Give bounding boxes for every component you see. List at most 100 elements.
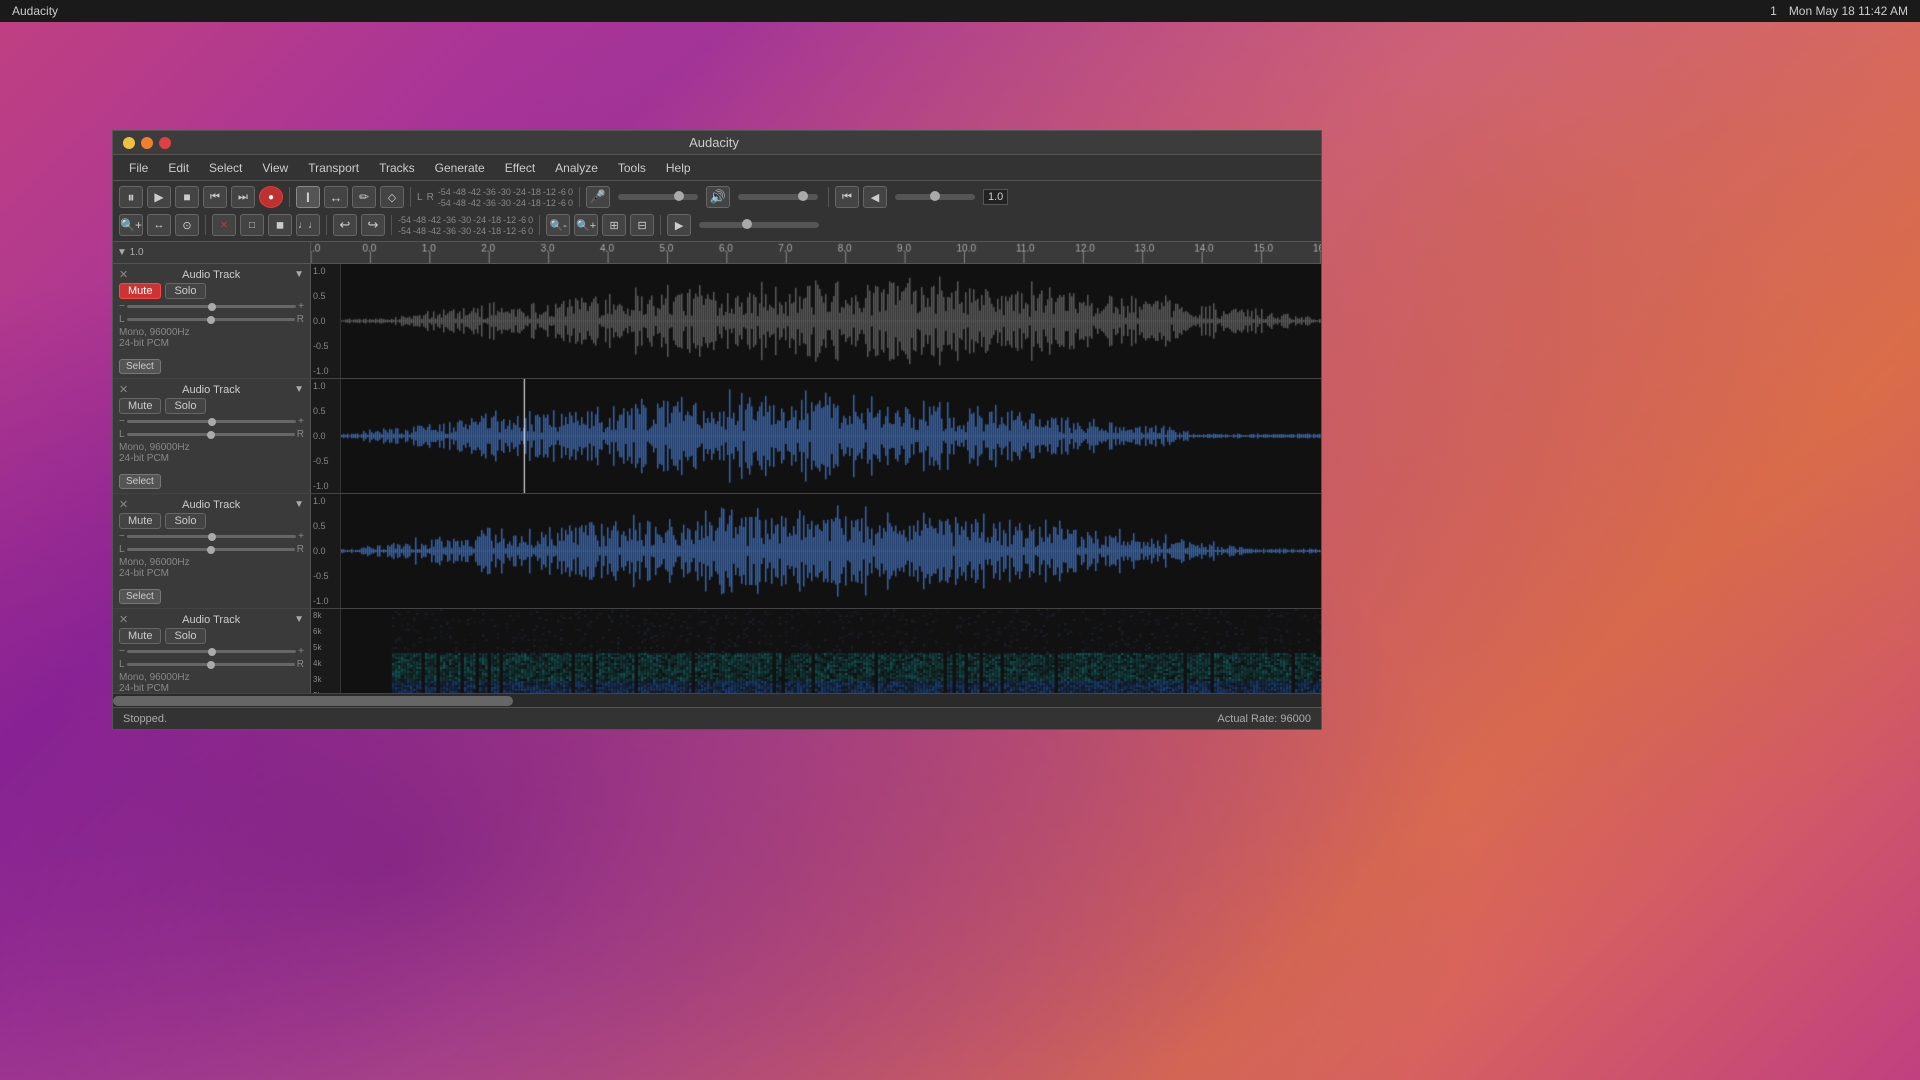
zoom-out-button[interactable]: 🔍-	[546, 214, 570, 236]
output-gain-slider[interactable]	[738, 194, 818, 200]
track-3-solo-button[interactable]: Solo	[165, 513, 205, 529]
track-1-select-button[interactable]: Select	[119, 359, 161, 374]
input-gain-slider[interactable]	[618, 194, 698, 200]
menu-select[interactable]: Select	[201, 159, 250, 177]
window-controls	[123, 137, 171, 149]
track-3-pan-slider[interactable]	[127, 548, 295, 551]
menu-analyze[interactable]: Analyze	[547, 159, 606, 177]
track-3-dropdown[interactable]: ▼	[294, 499, 304, 510]
skip-start-button[interactable]: ⏮	[835, 186, 859, 208]
menu-file[interactable]: File	[121, 159, 156, 177]
track-1-pan: L R	[119, 314, 304, 325]
track-1-solo-button[interactable]: Solo	[165, 283, 205, 299]
menu-effect[interactable]: Effect	[497, 159, 543, 177]
menu-tracks[interactable]: Tracks	[371, 159, 423, 177]
track-4-pan: L R	[119, 659, 304, 670]
track-1-name: Audio Track	[182, 269, 240, 281]
track-4-mute-button[interactable]: Mute	[119, 628, 161, 644]
track-2-select-button[interactable]: Select	[119, 474, 161, 489]
track-3-mute-solo: Mute Solo	[119, 513, 304, 529]
track-4-close[interactable]: ✕	[119, 613, 128, 626]
track-3-waveform: 1.0 0.5 0.0 -0.5 -1.0	[311, 494, 1321, 608]
ruler-left: ▼ 1.0	[113, 242, 311, 263]
track-2-mute-button[interactable]: Mute	[119, 398, 161, 414]
envelope-tool[interactable]: ◇	[380, 186, 404, 208]
track-3-name: Audio Track	[182, 499, 240, 511]
play-region-button[interactable]: ▶	[667, 214, 691, 236]
snap-beat-button[interactable]: ◼	[268, 214, 292, 236]
metronome-button[interactable]: ♩♩	[296, 214, 320, 236]
pause-button[interactable]: ⏸	[119, 186, 143, 208]
speaker-icon: 🔊	[706, 186, 730, 208]
close-button[interactable]	[159, 137, 171, 149]
zoom-normal-button[interactable]: ⊙	[175, 214, 199, 236]
skip-back-button[interactable]: ⏮	[203, 186, 227, 208]
track-3-close[interactable]: ✕	[119, 498, 128, 511]
track-1-controls: ✕ Audio Track ▼ Mute Solo − +	[113, 264, 311, 378]
toolbar-row-2: 🔍+ ↔ ⊙ ✕ □ ◼ ♩♩ ↩ ↪ -54-48-42-36-30-24-1…	[119, 212, 1315, 238]
separator-2	[410, 187, 411, 207]
track-2-mute-solo: Mute Solo	[119, 398, 304, 414]
playback-left-button[interactable]: ◀	[863, 186, 887, 208]
track-1-gain-slider[interactable]	[127, 305, 296, 308]
stop-button[interactable]: ■	[175, 186, 199, 208]
track-2-pan-slider[interactable]	[127, 433, 295, 436]
menu-generate[interactable]: Generate	[427, 159, 493, 177]
track-1-pan-slider[interactable]	[127, 318, 295, 321]
separator-9	[660, 215, 661, 235]
track-4-dropdown[interactable]: ▼	[294, 614, 304, 625]
minimize-button[interactable]	[123, 137, 135, 149]
track-2-gain-slider[interactable]	[127, 420, 296, 423]
horizontal-scrollbar[interactable]	[113, 693, 1321, 707]
track-3-mute-button[interactable]: Mute	[119, 513, 161, 529]
track-4-solo-button[interactable]: Solo	[165, 628, 205, 644]
vu-meter-record: -54-48-42-36-30-24-18-12-60 -54-48-42-36…	[438, 187, 573, 208]
undo-button[interactable]: ↩	[333, 214, 357, 236]
skip-forward-button[interactable]: ⏭	[231, 186, 255, 208]
menu-transport[interactable]: Transport	[300, 159, 367, 177]
ibeam-tool[interactable]: I	[296, 186, 320, 208]
redo-button[interactable]: ↪	[361, 214, 385, 236]
track-2-amplitude-scale: 1.0 0.5 0.0 -0.5 -1.0	[311, 379, 341, 493]
track-1-close[interactable]: ✕	[119, 268, 128, 281]
track-2-close[interactable]: ✕	[119, 383, 128, 396]
menu-help[interactable]: Help	[658, 159, 699, 177]
record-button[interactable]: ●	[259, 186, 283, 208]
play-button[interactable]: ▶	[147, 186, 171, 208]
menu-view[interactable]: View	[254, 159, 296, 177]
window-title: Audacity	[171, 135, 1257, 150]
snap-bar-button[interactable]: □	[240, 214, 264, 236]
menu-edit[interactable]: Edit	[160, 159, 197, 177]
track-1-header: ✕ Audio Track ▼	[119, 268, 304, 281]
status-text: Stopped.	[123, 713, 167, 725]
track-4-gain: − +	[119, 646, 304, 657]
track-2-dropdown[interactable]: ▼	[294, 384, 304, 395]
menu-tools[interactable]: Tools	[610, 159, 654, 177]
track-3-pan: L R	[119, 544, 304, 555]
select-tool[interactable]: ↔	[324, 186, 348, 208]
track-2-solo-button[interactable]: Solo	[165, 398, 205, 414]
track-4-pan-slider[interactable]	[127, 663, 295, 666]
snap-off-button[interactable]: ✕	[212, 214, 236, 236]
track-1-dropdown[interactable]: ▼	[294, 269, 304, 280]
pencil-tool[interactable]: ✏	[352, 186, 376, 208]
maximize-button[interactable]	[141, 137, 153, 149]
playback-speed-slider[interactable]	[895, 194, 975, 200]
track-1-mute-button[interactable]: Mute	[119, 283, 161, 299]
track-3-gain-slider[interactable]	[127, 535, 296, 538]
zoom-in-2-button[interactable]: 🔍+	[574, 214, 598, 236]
track-3-select-button[interactable]: Select	[119, 589, 161, 604]
track-2-pan: L R	[119, 429, 304, 440]
playback-speed-slider-2[interactable]	[699, 222, 819, 228]
track-4-gain-slider[interactable]	[127, 650, 296, 653]
audacity-window: Audacity File Edit Select View Transport…	[112, 130, 1322, 730]
vu-l-label: L	[417, 192, 423, 203]
zoom-toggle-button[interactable]: ⊟	[630, 214, 654, 236]
track-3-controls: ✕ Audio Track ▼ Mute Solo − +	[113, 494, 311, 608]
track-2-name: Audio Track	[182, 384, 240, 396]
zoom-fit-button[interactable]: ↔	[147, 214, 171, 236]
system-bar: Audacity 1 Mon May 18 11:42 AM	[0, 0, 1920, 22]
zoom-in-button[interactable]: 🔍+	[119, 214, 143, 236]
scrollbar-thumb[interactable]	[113, 696, 513, 706]
zoom-fit-sel-button[interactable]: ⊞	[602, 214, 626, 236]
